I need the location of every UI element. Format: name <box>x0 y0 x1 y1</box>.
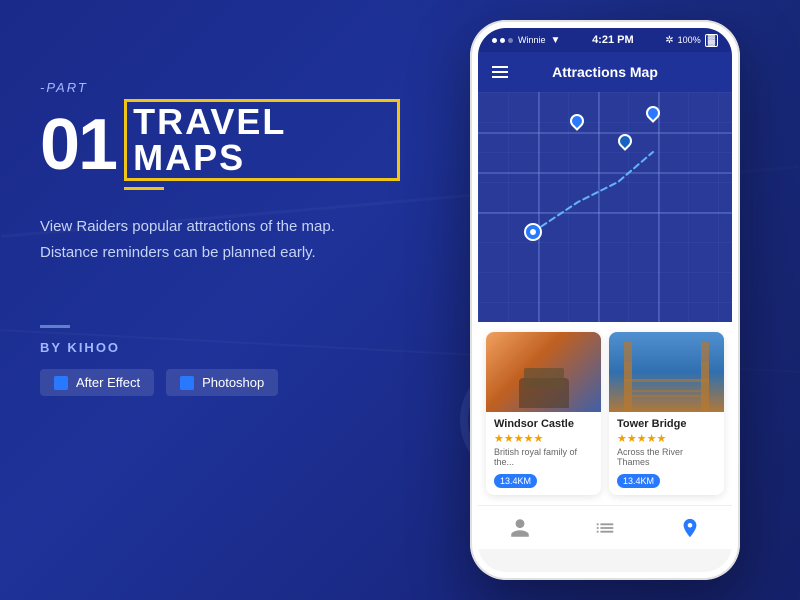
tag-after-effect[interactable]: After Effect <box>40 369 154 396</box>
phone-screen: Winnie ▼ 4:21 PM ✲ 100% ▓ <box>478 28 732 572</box>
divider <box>40 325 70 328</box>
title-text: TRAVEL MAPS <box>133 101 286 178</box>
card-windsor[interactable]: Windsor Castle ★★★★★ British royal famil… <box>486 332 601 495</box>
wifi-icon: ▼ <box>551 35 561 46</box>
title-box: TRAVEL MAPS <box>124 99 400 181</box>
ham-line-3 <box>492 76 508 78</box>
tag-dot-after-effect <box>54 376 68 390</box>
signal-dot-2 <box>500 38 505 43</box>
app-header: Attractions Map <box>478 52 732 92</box>
battery-level: 100% <box>678 35 701 45</box>
tag-label-after-effect: After Effect <box>76 375 140 390</box>
tags-container: After Effect Photoshop <box>40 369 400 396</box>
carrier-name: Winnie <box>518 35 546 45</box>
bottom-nav <box>478 505 732 549</box>
by-label: BY KIHOO <box>40 340 400 355</box>
ham-line-2 <box>492 71 508 73</box>
card-img-windsor <box>486 332 601 412</box>
card-name-tower: Tower Bridge <box>617 418 716 430</box>
title-underline <box>124 187 164 190</box>
cards-area: Windsor Castle ★★★★★ British royal famil… <box>478 322 732 505</box>
hamburger-menu[interactable] <box>492 66 508 78</box>
nav-map[interactable] <box>679 517 701 539</box>
map-pin-3[interactable] <box>646 106 660 120</box>
phone-frame: Winnie ▼ 4:21 PM ✲ 100% ▓ <box>470 20 740 580</box>
card-body-windsor: Windsor Castle ★★★★★ British royal famil… <box>486 412 601 495</box>
ham-line-1 <box>492 66 508 68</box>
description: View Raiders popular attractions of the … <box>40 214 400 265</box>
app-title: Attractions Map <box>552 64 658 80</box>
card-stars-windsor: ★★★★★ <box>494 432 593 445</box>
card-desc-tower: Across the River Thames <box>617 447 716 467</box>
tag-label-photoshop: Photoshop <box>202 375 264 390</box>
route-path <box>478 92 732 322</box>
card-name-windsor: Windsor Castle <box>494 418 593 430</box>
card-dist-tower: 13.4KM <box>617 474 660 488</box>
status-time: 4:21 PM <box>592 34 634 46</box>
signal-dot-1 <box>492 38 497 43</box>
card-dist-windsor: 13.4KM <box>494 474 537 488</box>
card-body-tower: Tower Bridge ★★★★★ Across the River Tham… <box>609 412 724 495</box>
map-area[interactable] <box>478 92 732 322</box>
tag-dot-photoshop <box>180 376 194 390</box>
left-panel: -PART 01 TRAVEL MAPS View Raiders popula… <box>40 80 400 396</box>
signal-dot-3 <box>508 38 513 43</box>
map-pin-2[interactable] <box>618 134 632 148</box>
part-number: 01 <box>40 109 116 181</box>
nav-people[interactable] <box>509 517 531 539</box>
nav-list[interactable] <box>594 517 616 539</box>
card-stars-tower: ★★★★★ <box>617 432 716 445</box>
phone-wrapper: Winnie ▼ 4:21 PM ✲ 100% ▓ <box>470 20 740 580</box>
map-pin-1[interactable] <box>570 114 584 128</box>
status-left: Winnie ▼ <box>492 35 560 46</box>
status-right: ✲ 100% ▓ <box>665 34 718 47</box>
title-row: 01 TRAVEL MAPS <box>40 99 400 190</box>
tag-photoshop[interactable]: Photoshop <box>166 369 278 396</box>
card-tower[interactable]: Tower Bridge ★★★★★ Across the River Tham… <box>609 332 724 495</box>
part-label: -PART <box>40 80 400 95</box>
card-desc-windsor: British royal family of the... <box>494 447 593 467</box>
bluetooth-icon: ✲ <box>665 35 673 46</box>
battery-icon: ▓ <box>705 34 718 47</box>
status-bar: Winnie ▼ 4:21 PM ✲ 100% ▓ <box>478 28 732 52</box>
title-wrapper: TRAVEL MAPS <box>124 99 400 190</box>
card-img-tower <box>609 332 724 412</box>
